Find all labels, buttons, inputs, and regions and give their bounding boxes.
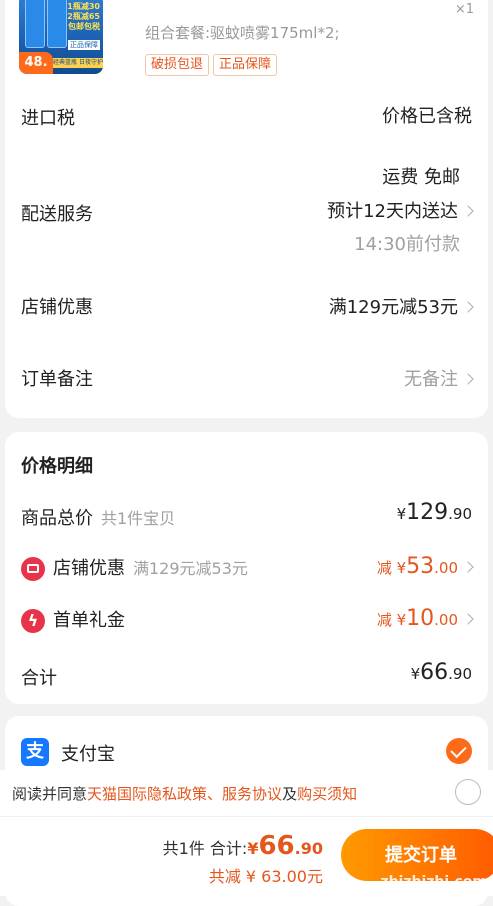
- agreement-and: 及: [282, 785, 298, 803]
- shipping-eta-row[interactable]: 预计12天内送达: [327, 197, 474, 223]
- watermark: zhizhizhi.com: [380, 874, 487, 890]
- note-label: 订单备注: [21, 369, 93, 390]
- shop-discount-label: 店铺优惠: [21, 297, 93, 318]
- amount-int: 10: [406, 606, 435, 631]
- total-dec: .90: [294, 839, 323, 858]
- amount-dec: .00: [434, 611, 458, 629]
- agreement-bar: 阅读并同意天猫国际隐私政策、服务协议及购买须知: [0, 770, 493, 816]
- shop-coupon-label: 店铺优惠: [53, 558, 125, 579]
- total-int: 66: [258, 831, 295, 861]
- promo-line: 2瓶减65: [67, 12, 100, 21]
- product-quantity: ×1: [454, 2, 474, 17]
- shop-coupon-sub: 满129元减53元: [133, 559, 248, 578]
- agreement-prefix: 阅读并同意: [12, 785, 88, 803]
- gift-label: 首单礼金: [53, 610, 125, 631]
- amount-dec: .90: [448, 505, 472, 523]
- tax-label: 进口税: [21, 108, 75, 129]
- purchase-notice-link[interactable]: 购买须知: [297, 785, 357, 803]
- amount-int: 53: [406, 554, 435, 579]
- shop-discount-value: 满129元减53元: [328, 297, 458, 318]
- amount-dec: .90: [448, 665, 472, 683]
- shop-coupon-amount[interactable]: 减 ¥53.00: [376, 554, 474, 579]
- agreement-separator: 、: [207, 785, 223, 803]
- shipping-fee: 运费 免邮: [382, 167, 460, 188]
- minus-prefix: 减 ¥: [376, 559, 407, 577]
- checkout-bar: 共1件 合计:¥66.90 共减 ¥ 63.00元 提交订单 zhizhizhi…: [0, 816, 493, 896]
- amount-dec: .00: [434, 559, 458, 577]
- total-label: 合计: [21, 668, 57, 689]
- shipping-label: 配送服务: [21, 204, 93, 225]
- chevron-right-icon: [462, 373, 474, 385]
- tax-value: 价格已含税: [382, 106, 472, 127]
- price-detail-title: 价格明细: [21, 456, 93, 477]
- product-img-band: 经典蓝瓶 日夜守护: [53, 58, 103, 68]
- product-promo: 1瓶减30 2瓶减65 包邮包税: [67, 2, 100, 32]
- agreement-text: 阅读并同意天猫国际隐私政策、服务协议及购买须知: [12, 783, 357, 804]
- currency-symbol: ¥: [410, 665, 421, 683]
- goods-total-amount: ¥129.90: [397, 500, 472, 525]
- chevron-right-icon: [462, 205, 474, 217]
- note-value: 无备注: [404, 369, 458, 390]
- product-img-tag: 正品保障: [68, 40, 100, 50]
- goods-count: 共1件宝贝: [101, 509, 176, 528]
- shop-coupon-row: 店铺优惠 满129元减53元: [21, 554, 248, 581]
- shop-discount-row[interactable]: 满129元减53元: [328, 293, 474, 319]
- promo-line: 1瓶减30: [67, 2, 100, 11]
- price-detail-card: 价格明细 商品总价 共1件宝贝 ¥129.90 店铺优惠 满129元减53元 减 ¥…: [5, 432, 488, 704]
- bottle-image: [47, 0, 67, 48]
- privacy-policy-link[interactable]: 天猫国际隐私政策: [87, 785, 207, 803]
- agreement-checkbox[interactable]: [455, 779, 481, 805]
- product-thumbnail[interactable]: 1瓶减30 2瓶减65 包邮包税 正品保障 48. 经典蓝瓶 日夜守护: [19, 0, 103, 74]
- minus-prefix: 减 ¥: [376, 611, 407, 629]
- amount-int: 129: [406, 500, 449, 525]
- product-img-price: 48.: [19, 52, 53, 74]
- first-order-gift-row: 首单礼金: [21, 606, 125, 633]
- shop-icon: [21, 557, 45, 581]
- item-count: 共1件: [162, 839, 205, 858]
- bottle-image: [25, 0, 45, 48]
- service-agreement-link[interactable]: 服务协议: [222, 785, 282, 803]
- note-row[interactable]: 无备注: [404, 365, 474, 391]
- chevron-right-icon: [462, 301, 474, 313]
- currency-symbol: ¥: [396, 505, 407, 523]
- product-combo: 组合套餐:驱蚊喷雾175ml*2;: [145, 24, 340, 42]
- gift-amount[interactable]: 减 ¥10.00: [376, 606, 474, 631]
- shipping-deadline: 14:30前付款: [354, 234, 460, 255]
- shipping-eta: 预计12天内送达: [327, 201, 458, 222]
- chevron-right-icon: [462, 561, 474, 573]
- badge-return: 破损包退: [145, 54, 210, 76]
- goods-total-row: 商品总价 共1件宝贝: [21, 504, 175, 530]
- alipay-label[interactable]: 支付宝: [61, 740, 115, 766]
- total-amount: ¥66.90: [411, 660, 472, 685]
- currency-symbol: ¥: [247, 839, 259, 858]
- lightning-icon: [21, 609, 45, 633]
- checkout-summary: 共1件 合计:¥66.90: [163, 831, 323, 861]
- order-info-card: 1瓶减30 2瓶减65 包邮包税 正品保障 48. 经典蓝瓶 日夜守护 组合套餐…: [5, 0, 488, 418]
- alipay-checked-icon[interactable]: [446, 738, 472, 764]
- amount-int: 66: [420, 660, 449, 685]
- total-label: 合计:: [209, 839, 248, 858]
- chevron-right-icon: [462, 613, 474, 625]
- badge-genuine: 正品保障: [213, 54, 278, 76]
- alipay-icon: 支: [21, 738, 49, 766]
- saved-amount: 共减 ¥ 63.00元: [208, 867, 323, 886]
- promo-line: 包邮包税: [68, 22, 100, 31]
- goods-total-label: 商品总价: [21, 508, 93, 529]
